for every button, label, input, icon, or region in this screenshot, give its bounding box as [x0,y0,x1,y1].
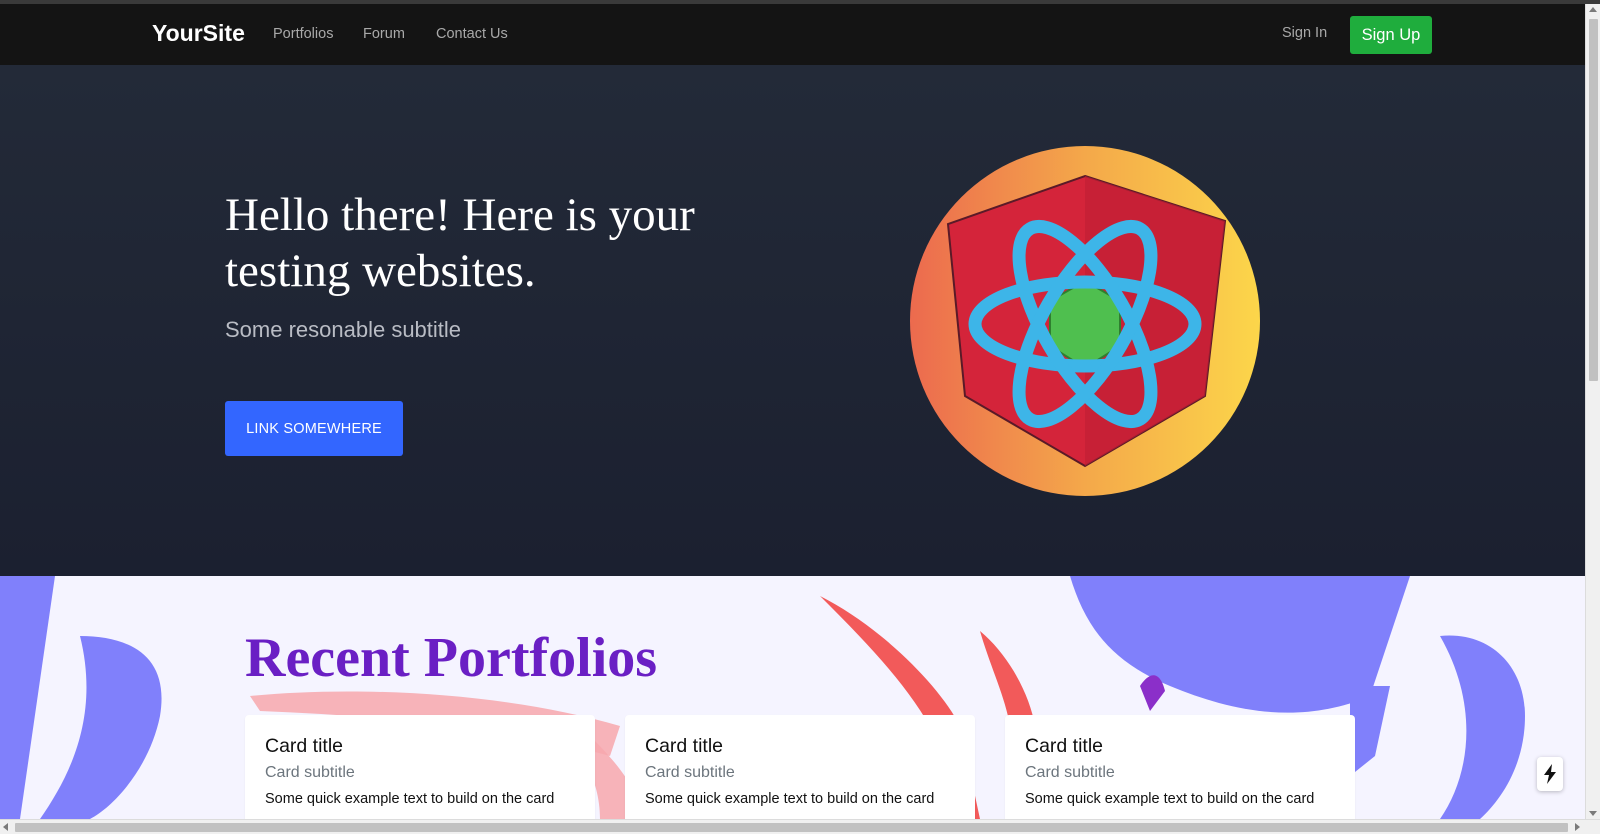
brand-logo-text[interactable]: YourSite [152,20,245,47]
scroll-right-arrow-icon[interactable] [1575,823,1580,831]
card-title: Card title [645,735,724,757]
card-text: Some quick example text to build on the … [265,791,555,807]
card-subtitle: Card subtitle [265,764,355,781]
portfolio-card[interactable]: Card title Card subtitle Some quick exam… [1005,715,1355,819]
sign-in-link[interactable]: Sign In [1282,25,1327,41]
card-title: Card title [1025,735,1104,757]
card-text: Some quick example text to build on the … [1025,791,1315,807]
flash-icon [1544,764,1556,784]
card-text: Some quick example text to build on the … [645,791,935,807]
hero-cta-button[interactable]: LINK SOMEWHERE [225,401,403,456]
scroll-down-arrow-icon[interactable] [1589,811,1597,816]
hero-title: Hello there! Here is your testing websit… [225,189,695,297]
nav-link-portfolios[interactable]: Portfolios [273,26,333,42]
hero-section: Hello there! Here is your testing websit… [0,65,1585,576]
horizontal-scroll-thumb[interactable] [15,823,1568,832]
recent-portfolios-section: Recent Portfolios Card title Card subtit… [0,576,1585,819]
horizontal-scrollbar[interactable] [0,819,1600,834]
sign-up-button[interactable]: Sign Up [1350,16,1432,54]
portfolio-card[interactable]: Card title Card subtitle Some quick exam… [245,715,595,819]
vertical-scrollbar[interactable] [1585,4,1600,819]
flash-button[interactable] [1537,757,1563,791]
card-title: Card title [265,735,344,757]
portfolio-card[interactable]: Card title Card subtitle Some quick exam… [625,715,975,819]
scroll-up-arrow-icon[interactable] [1589,7,1597,12]
section-title: Recent Portfolios [245,627,658,689]
atom-shield-logo-icon [910,146,1260,496]
top-navbar: YourSite Portfolios Forum Contact Us Sig… [0,4,1585,65]
hero-subtitle: Some resonable subtitle [225,317,462,342]
vertical-scroll-thumb[interactable] [1589,19,1598,381]
nav-link-forum[interactable]: Forum [363,26,405,42]
card-subtitle: Card subtitle [645,764,735,781]
card-subtitle: Card subtitle [1025,764,1115,781]
scroll-left-arrow-icon[interactable] [3,823,8,831]
nav-link-contact-us[interactable]: Contact Us [436,26,508,42]
